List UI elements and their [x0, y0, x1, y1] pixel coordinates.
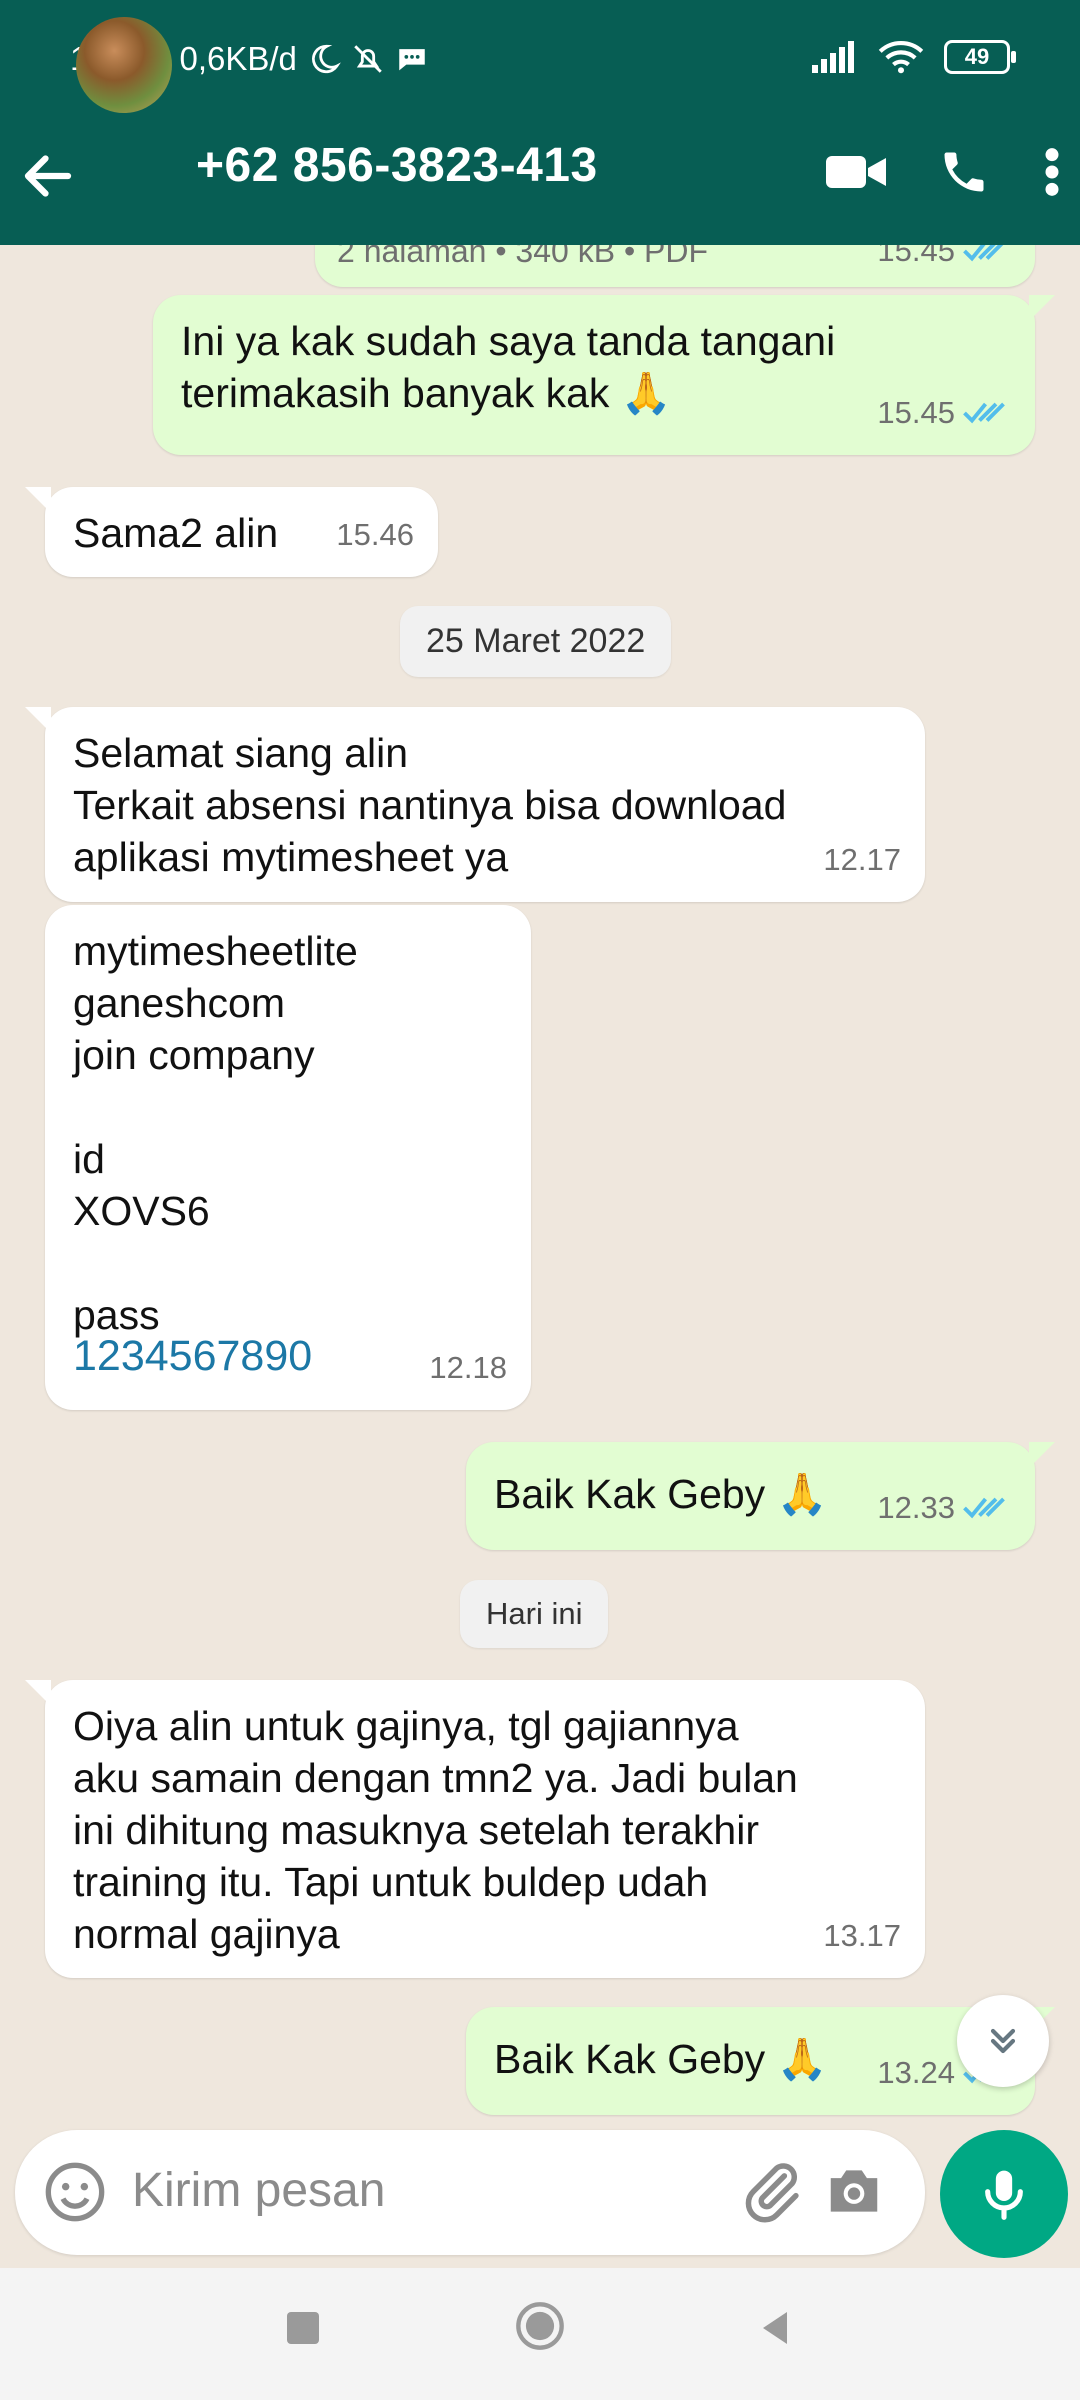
message-text: Baik Kak Geby 🙏 [494, 1471, 828, 1517]
paperclip-icon[interactable] [739, 2158, 805, 2224]
message-time: 15.45 [877, 387, 1011, 439]
battery-level: 49 [964, 44, 990, 69]
status-right: 49 [812, 40, 1016, 74]
system-navigation-bar [0, 2268, 1080, 2400]
double-chevron-down-icon [990, 2028, 1016, 2054]
message-input[interactable]: Kirim pesan [132, 2163, 385, 2218]
message-text: Baik Kak Geby 🙏 [494, 2036, 828, 2082]
header-actions [826, 146, 1062, 198]
chat-area[interactable]: 2 halaman • 340 kB • PDF 15.45 Ini ya ka… [0, 245, 1080, 2130]
voice-record-button[interactable] [940, 2130, 1068, 2258]
back-icon[interactable] [755, 2308, 795, 2348]
document-message[interactable]: 2 halaman • 340 kB • PDF 15.45 [315, 245, 1035, 287]
message-icon [399, 49, 425, 71]
emoji-icon[interactable] [43, 2160, 107, 2224]
message-composer[interactable]: Kirim pesan [15, 2130, 925, 2255]
message-bubble-outgoing[interactable]: Ini ya kak sudah saya tanda tangani teri… [153, 295, 1055, 455]
message-bubble-incoming[interactable]: Oiya alin untuk gajinya, tgl gajiannya a… [25, 1680, 925, 1978]
message-text: Selamat siang alin Terkait absensi nanti… [73, 730, 787, 880]
contact-avatar[interactable] [76, 17, 172, 113]
scroll-to-bottom-button[interactable] [957, 1995, 1049, 2087]
message-time: 13.17 [823, 1918, 901, 1953]
phone-icon[interactable] [938, 146, 990, 198]
bell-muted-icon [354, 45, 382, 73]
message-time: 15.45 [877, 245, 1011, 277]
recent-apps-icon[interactable] [283, 2308, 323, 2348]
camera-icon[interactable] [823, 2160, 885, 2222]
read-ticks-icon [963, 245, 1004, 262]
document-info: 2 halaman • 340 kB • PDF [337, 245, 709, 269]
message-bubble-incoming[interactable]: Sama2 alin 15.46 [25, 487, 438, 577]
message-time: 12.17 [823, 842, 901, 877]
wifi-icon [878, 41, 924, 74]
signal-icon [812, 41, 854, 73]
read-ticks-icon [963, 1497, 1005, 1519]
battery-indicator: 49 [944, 40, 1016, 74]
message-time: 12.18 [429, 1350, 507, 1385]
contact-name[interactable]: +62 856-3823-413 [196, 138, 598, 193]
moon-icon [311, 44, 341, 74]
read-ticks-icon [963, 402, 1005, 424]
video-camera-icon[interactable] [826, 151, 886, 193]
message-bubble-incoming[interactable]: mytimesheetlite ganeshcom join company i… [45, 905, 531, 1410]
message-time: 12.33 [877, 1482, 1011, 1534]
message-bubble-outgoing[interactable]: Baik Kak Geby 🙏 12.33 [466, 1442, 1055, 1550]
arrow-left-icon[interactable] [18, 146, 78, 206]
chat-header: +62 856-3823-413 [0, 17, 1080, 245]
message-text: Sama2 alin [73, 510, 279, 556]
date-separator: 25 Maret 2022 [400, 606, 672, 677]
message-text: mytimesheetlite ganeshcom join company i… [73, 928, 358, 1338]
date-separator: Hari ini [460, 1580, 609, 1648]
message-text: Oiya alin untuk gajinya, tgl gajiannya a… [73, 1703, 798, 1957]
message-time: 15.46 [336, 517, 414, 552]
home-icon[interactable] [514, 2300, 566, 2352]
microphone-icon [985, 2170, 1023, 2220]
message-bubble-outgoing[interactable]: Baik Kak Geby 🙏 13.24 [466, 2007, 1055, 2115]
phone-number-link[interactable]: 1234567890 [73, 1330, 312, 1382]
message-bubble-incoming[interactable]: Selamat siang alin Terkait absensi nanti… [25, 707, 925, 902]
more-vertical-icon[interactable] [1042, 146, 1062, 198]
message-text: Ini ya kak sudah saya tanda tangani teri… [181, 318, 836, 416]
